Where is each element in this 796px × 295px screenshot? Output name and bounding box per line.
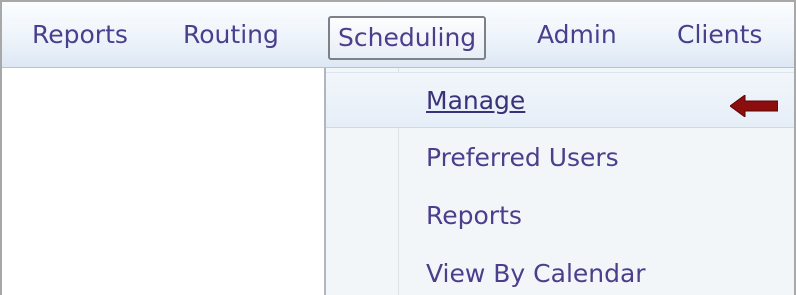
- menu-bar: Reports Routing Scheduling Admin Clients: [2, 2, 794, 68]
- menu-clients[interactable]: Clients: [677, 2, 762, 68]
- dropdown-item-label: Preferred Users: [426, 143, 619, 172]
- dropdown-item-label: Manage: [426, 86, 526, 115]
- menu-scheduling[interactable]: Scheduling: [328, 16, 487, 60]
- menu-reports[interactable]: Reports: [32, 2, 128, 68]
- dropdown-item-label: View By Calendar: [426, 259, 646, 288]
- window-frame: Reports Routing Scheduling Admin Clients…: [0, 0, 796, 295]
- arrow-left-icon: [730, 95, 778, 117]
- dropdown-item-preferred-users[interactable]: Preferred Users: [326, 130, 794, 186]
- menu-admin[interactable]: Admin: [537, 2, 617, 68]
- dropdown-item-label: Reports: [426, 201, 522, 230]
- dropdown-item-view-by-calendar[interactable]: View By Calendar: [326, 246, 794, 295]
- scheduling-dropdown-menu: Manage Preferred Users Reports View By C…: [324, 68, 794, 295]
- dropdown-item-reports[interactable]: Reports: [326, 188, 794, 244]
- menu-routing[interactable]: Routing: [183, 2, 279, 68]
- dropdown-item-manage[interactable]: Manage: [326, 72, 794, 128]
